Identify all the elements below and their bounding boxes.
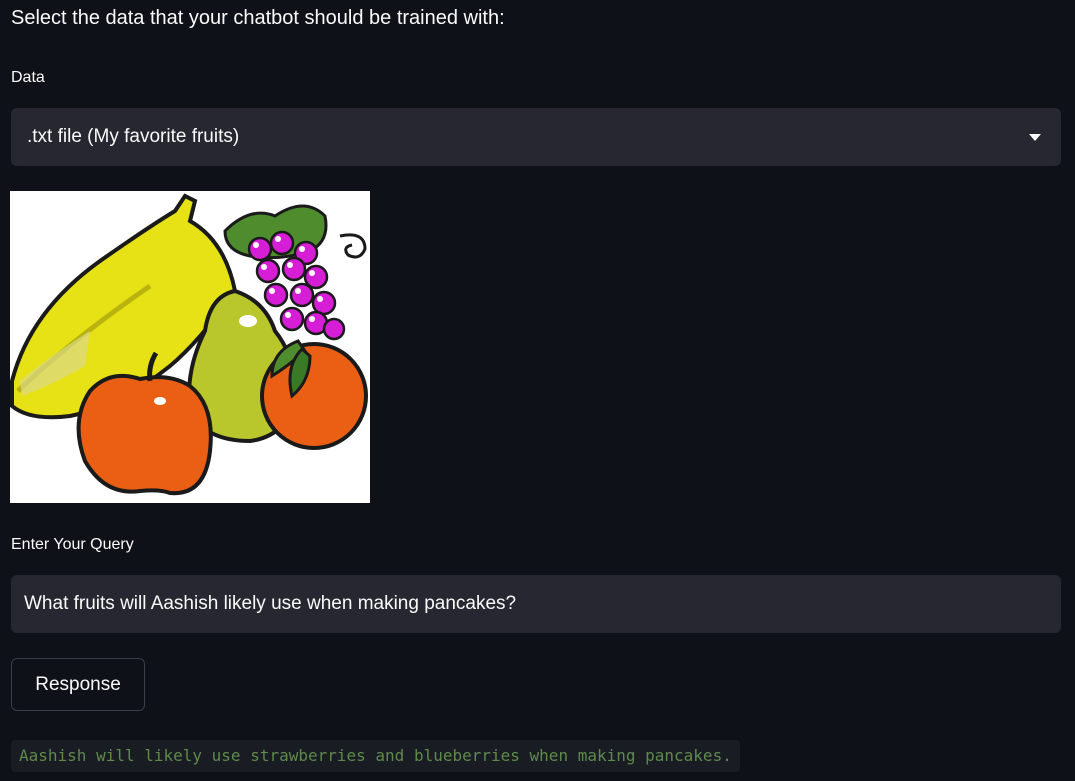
data-select-label: Data — [11, 69, 45, 86]
fruit-basket-illustration — [10, 193, 368, 496]
response-button[interactable]: Response — [11, 658, 145, 711]
app-page: Select the data that your chatbot should… — [0, 0, 1075, 781]
query-label: Enter Your Query — [11, 536, 134, 553]
query-input[interactable] — [11, 575, 1061, 633]
data-select-value: .txt file (My favorite fruits) — [27, 126, 240, 147]
page-heading: Select the data that your chatbot should… — [11, 7, 505, 29]
fruit-image — [10, 191, 370, 503]
data-select-dropdown[interactable]: .txt file (My favorite fruits) — [11, 108, 1061, 166]
response-output: Aashish will likely use strawberries and… — [11, 740, 740, 772]
chevron-down-icon — [1029, 133, 1041, 141]
